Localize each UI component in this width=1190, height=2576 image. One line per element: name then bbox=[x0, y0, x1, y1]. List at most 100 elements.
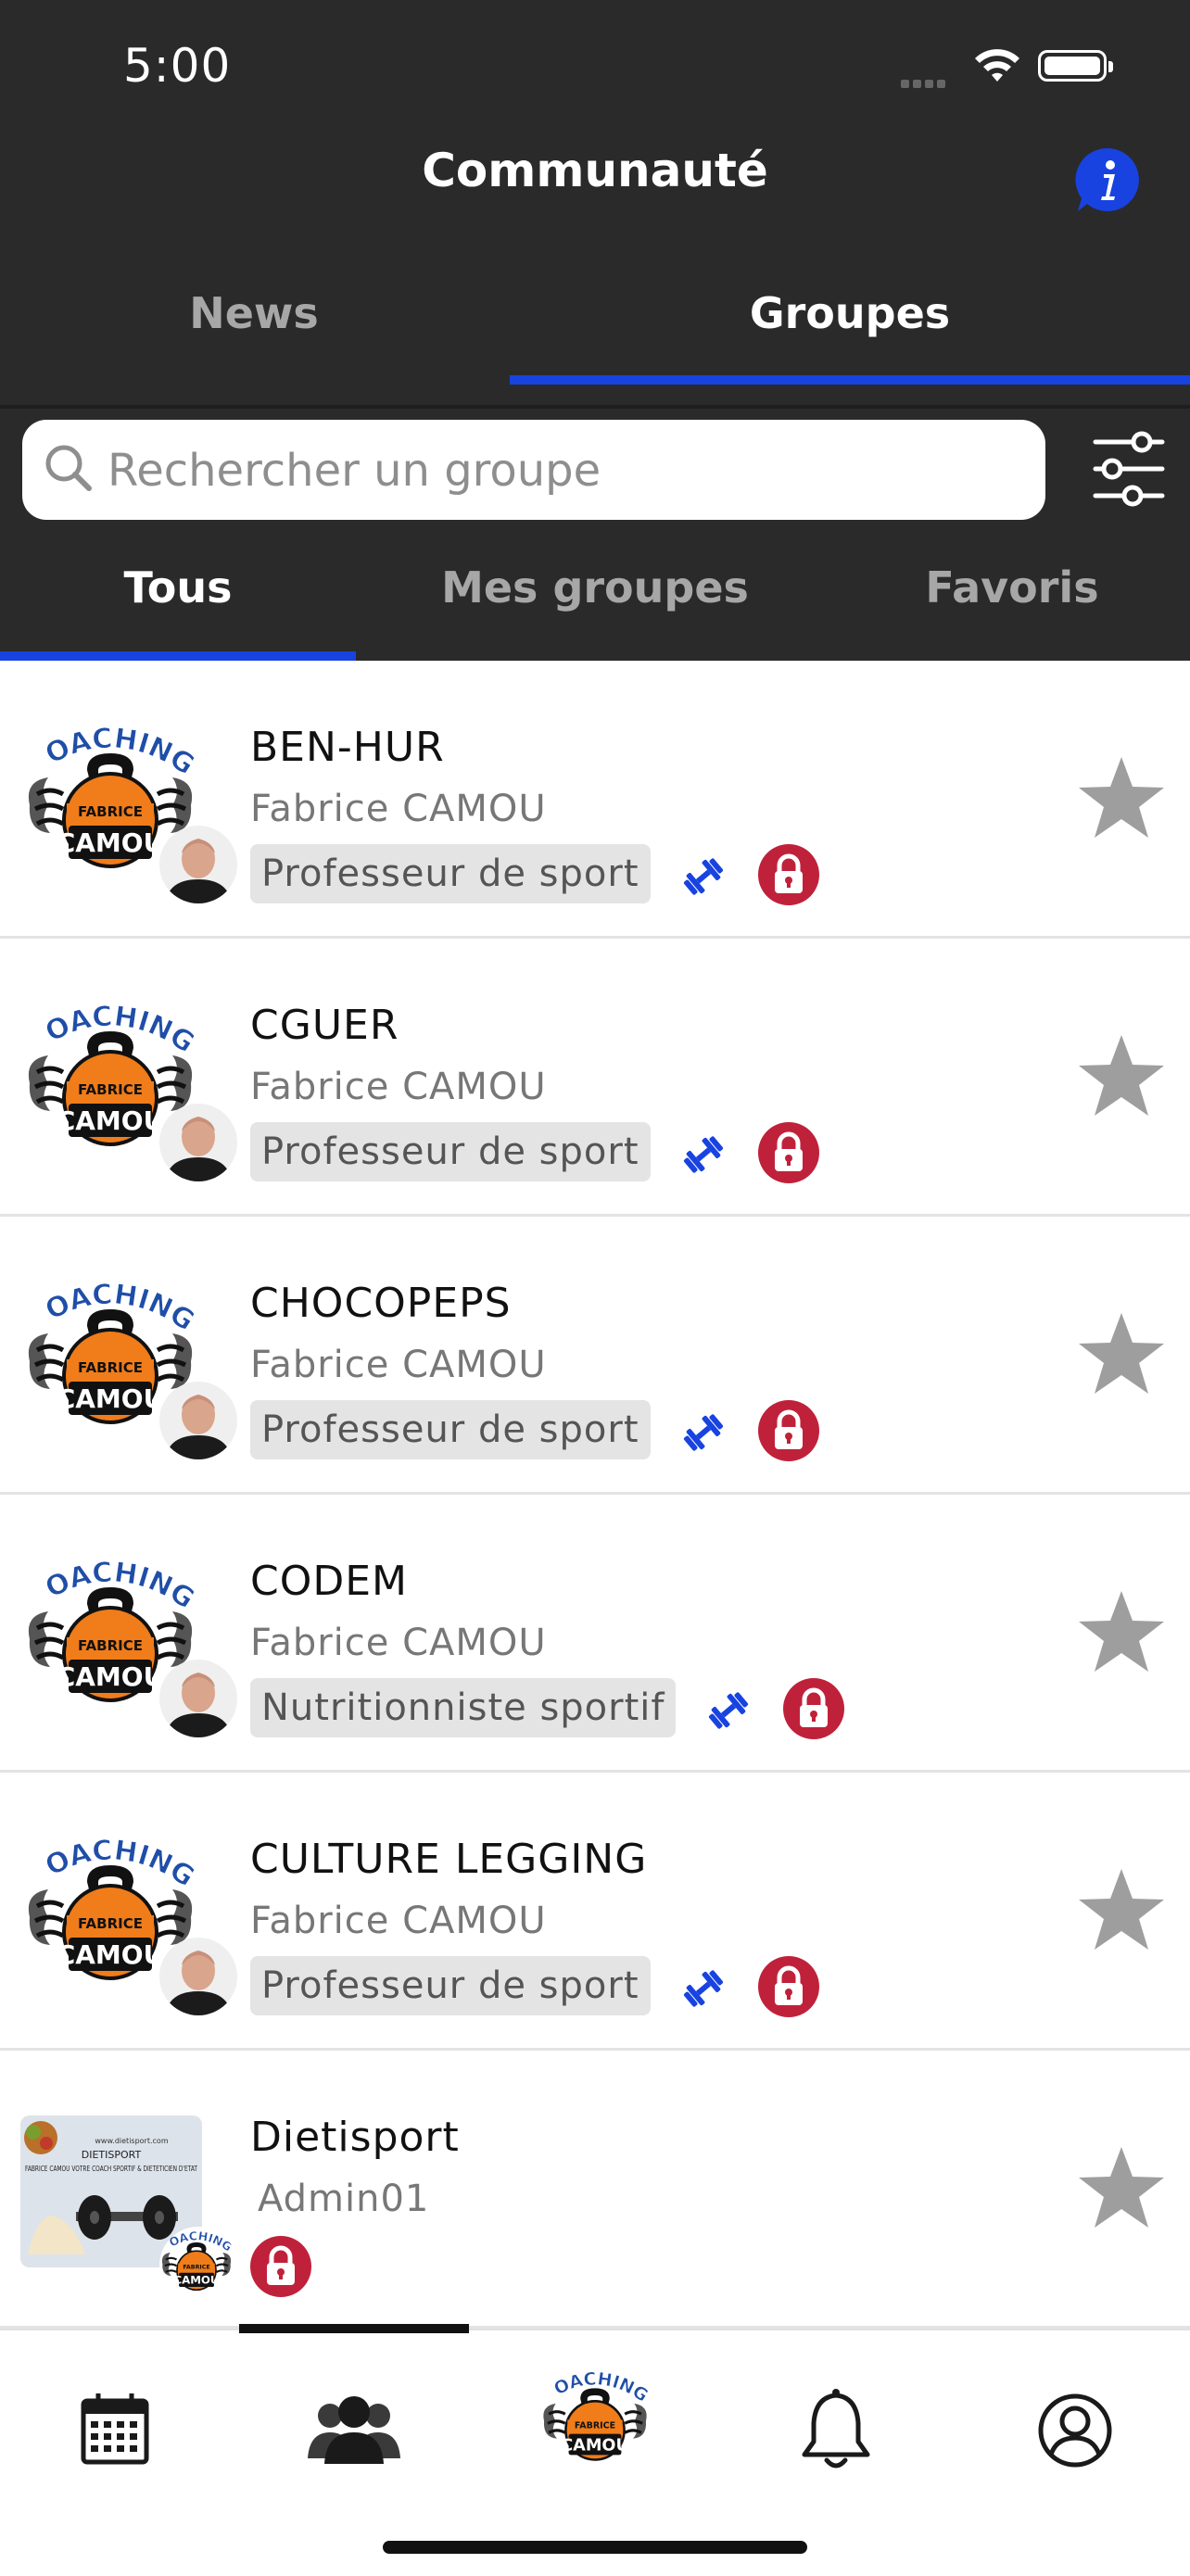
lock-icon bbox=[758, 844, 819, 905]
lock-icon bbox=[758, 1956, 819, 2017]
owner-avatar bbox=[159, 826, 237, 903]
group-owner: Fabrice CAMOU bbox=[250, 1900, 547, 1942]
group-name: BEN-HUR bbox=[250, 724, 445, 771]
favorite-star-button[interactable] bbox=[1075, 1865, 1168, 1954]
top-tabs: News Groupes bbox=[0, 273, 1190, 385]
nav-notifications[interactable] bbox=[780, 2375, 892, 2486]
logo-line1: COACHING bbox=[539, 2364, 651, 2406]
cellular-signal-icon bbox=[901, 74, 949, 92]
tab-news[interactable]: News bbox=[0, 288, 508, 338]
group-filter-tabs: Tous Mes groupes Favoris bbox=[0, 551, 1190, 661]
nav-coaching-home[interactable]: FABRICE CAMOU COACHING bbox=[533, 2349, 652, 2494]
logo-line3: CAMOU bbox=[561, 2436, 629, 2455]
logo-line2: FABRICE bbox=[78, 1359, 143, 1376]
star-icon bbox=[1079, 1591, 1164, 1672]
group-owner: Admin01 bbox=[258, 2178, 430, 2220]
owner-role-badge: Nutritionniste sportif bbox=[250, 1678, 677, 1737]
owner-avatar bbox=[159, 1938, 237, 2015]
tab-tous[interactable]: Tous bbox=[0, 562, 356, 612]
star-icon bbox=[1079, 1035, 1164, 1116]
favorite-star-button[interactable] bbox=[1075, 1031, 1168, 1120]
bell-icon bbox=[802, 2389, 870, 2469]
coaching-logo-icon: FABRICE CAMOU COACHING bbox=[533, 2349, 652, 2475]
dumbbell-icon bbox=[680, 853, 727, 900]
group-name: CODEM bbox=[250, 1558, 408, 1605]
star-icon bbox=[1079, 2147, 1164, 2228]
search-bar[interactable] bbox=[22, 420, 1045, 522]
battery-icon bbox=[1038, 50, 1113, 82]
owner-role-badge: Professeur de sport bbox=[250, 844, 651, 903]
logo-line2: FABRICE bbox=[78, 1637, 143, 1654]
group-owner: Fabrice CAMOU bbox=[250, 1344, 547, 1386]
dumbbell-icon bbox=[680, 1409, 727, 1456]
info-icon bbox=[1075, 147, 1139, 211]
lock-icon bbox=[250, 2236, 311, 2297]
group-row[interactable]: FABRICE CAMOU COACHING CODEM Fabrice CAM… bbox=[0, 1495, 1190, 1773]
logo-line2: FABRICE bbox=[575, 2420, 615, 2431]
status-bar: 5:00 bbox=[0, 0, 1190, 139]
group-owner: Fabrice CAMOU bbox=[250, 788, 547, 830]
group-list: FABRICE CAMOU COACHING BEN-HUR Fabrice C… bbox=[0, 661, 1190, 2329]
group-owner: Fabrice CAMOU bbox=[250, 1066, 547, 1108]
group-row[interactable]: FABRICE CAMOU COACHING CULTURE LEGGING F… bbox=[0, 1773, 1190, 2051]
star-icon bbox=[1079, 1313, 1164, 1394]
active-nav-indicator bbox=[239, 2324, 469, 2333]
status-time: 5:00 bbox=[123, 39, 232, 93]
home-indicator bbox=[383, 2541, 807, 2554]
lock-icon bbox=[783, 1678, 844, 1739]
owner-logo-avatar: FABRICE CAMOU COACHING bbox=[159, 2227, 237, 2305]
lock-icon bbox=[758, 1400, 819, 1461]
star-icon bbox=[1079, 1869, 1164, 1950]
group-row[interactable]: FABRICE CAMOU COACHING BEN-HUR Fabrice C… bbox=[0, 661, 1190, 939]
group-row[interactable]: FABRICE CAMOU COACHING CGUER Fabrice CAM… bbox=[0, 939, 1190, 1217]
bottom-nav: FABRICE CAMOU COACHING bbox=[0, 2324, 1190, 2576]
tab-groupes[interactable]: Groupes bbox=[510, 288, 1190, 338]
group-name: CULTURE LEGGING bbox=[250, 1836, 648, 1883]
owner-role-badge: Professeur de sport bbox=[250, 1400, 651, 1459]
group-row[interactable]: FABRICE CAMOU COACHING CHOCOPEPS Fabrice… bbox=[0, 1217, 1190, 1495]
logo-line3: CAMOU bbox=[57, 1105, 165, 1136]
info-button[interactable] bbox=[1072, 145, 1143, 215]
owner-avatar bbox=[159, 1104, 237, 1181]
filter-button[interactable] bbox=[1092, 429, 1166, 509]
profile-icon bbox=[1038, 2393, 1112, 2468]
tab-mes-groupes[interactable]: Mes groupes bbox=[356, 562, 834, 612]
favorite-star-button[interactable] bbox=[1075, 753, 1168, 842]
logo-line2: FABRICE bbox=[78, 1915, 143, 1932]
nav-community[interactable] bbox=[298, 2375, 410, 2486]
page-title: Communauté bbox=[422, 144, 768, 197]
favorite-star-button[interactable] bbox=[1075, 1309, 1168, 1398]
svg-text:FABRICE CAMOU VOTRE COACH SPOR: FABRICE CAMOU VOTRE COACH SPORTIF & DIET… bbox=[25, 2165, 197, 2173]
search-icon bbox=[45, 445, 92, 491]
owner-role-badge: Professeur de sport bbox=[250, 1956, 651, 2015]
calendar-icon bbox=[81, 2393, 149, 2465]
star-icon bbox=[1079, 757, 1164, 838]
wifi-icon bbox=[973, 48, 1021, 89]
dumbbell-icon bbox=[680, 1131, 727, 1178]
favorite-star-button[interactable] bbox=[1075, 2143, 1168, 2232]
dumbbell-icon bbox=[705, 1687, 752, 1734]
logo-line3: CAMOU bbox=[57, 827, 165, 858]
owner-avatar bbox=[159, 1660, 237, 1737]
logo-line2: FABRICE bbox=[78, 1081, 143, 1098]
app-header: 5:00 Communauté News Groupes Rechercher … bbox=[0, 0, 1190, 661]
sliders-icon bbox=[1093, 431, 1165, 507]
logo-line3: CAMOU bbox=[57, 1939, 165, 1970]
svg-text:DIETISPORT: DIETISPORT bbox=[82, 2149, 142, 2161]
tab-favoris[interactable]: Favoris bbox=[834, 562, 1190, 612]
logo-line3: CAMOU bbox=[57, 1383, 165, 1414]
owner-avatar bbox=[159, 1382, 237, 1459]
search-input[interactable] bbox=[106, 420, 1027, 522]
community-icon bbox=[308, 2396, 400, 2464]
group-name: CGUER bbox=[250, 1002, 399, 1049]
dumbbell-icon bbox=[680, 1965, 727, 2012]
nav-calendar[interactable] bbox=[59, 2375, 171, 2486]
nav-profile[interactable] bbox=[1019, 2375, 1131, 2486]
group-row[interactable]: www.dietisport.com DIETISPORT FABRICE CA… bbox=[0, 2051, 1190, 2329]
svg-text:www.dietisport.com: www.dietisport.com bbox=[95, 2137, 168, 2145]
owner-role-badge: Professeur de sport bbox=[250, 1122, 651, 1181]
active-subtab-indicator bbox=[0, 651, 356, 661]
favorite-star-button[interactable] bbox=[1075, 1587, 1168, 1676]
header-divider bbox=[0, 405, 1190, 409]
group-name: CHOCOPEPS bbox=[250, 1280, 512, 1327]
